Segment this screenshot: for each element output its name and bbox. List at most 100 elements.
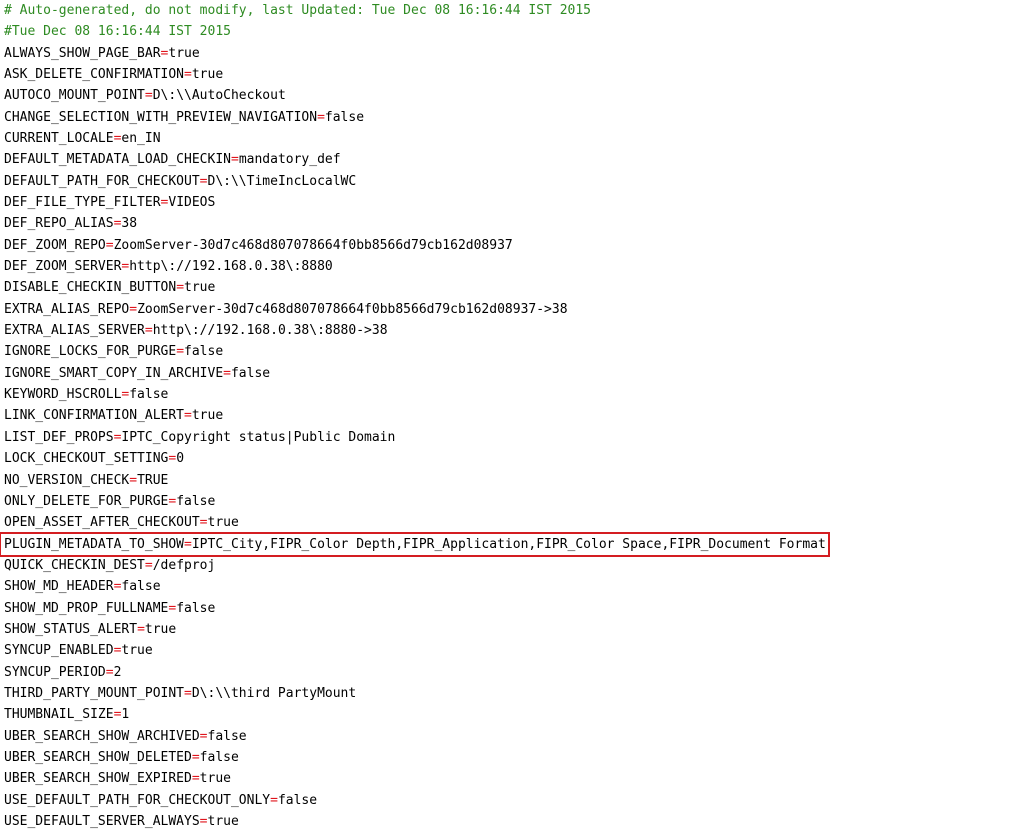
property-key: UBER_SEARCH_SHOW_ARCHIVED — [4, 729, 200, 744]
property-line[interactable]: DEF_ZOOM_REPO=ZoomServer-30d7c468d807078… — [4, 235, 513, 256]
property-line[interactable]: LOCK_CHECKOUT_SETTING=0 — [4, 448, 184, 469]
property-key: CHANGE_SELECTION_WITH_PREVIEW_NAVIGATION — [4, 110, 318, 125]
property-value: false — [277, 793, 318, 808]
property-value: false — [230, 366, 271, 381]
property-value: false — [129, 387, 169, 402]
equals-sign: = — [317, 110, 325, 125]
equals-sign: = — [191, 750, 200, 765]
property-line[interactable]: SYNCUP_PERIOD=2 — [4, 662, 121, 683]
property-key: UBER_SEARCH_SHOW_EXPIRED — [4, 771, 192, 786]
property-key: SHOW_MD_HEADER — [4, 579, 114, 594]
equals-sign: = — [144, 88, 153, 103]
equals-sign: = — [129, 302, 138, 317]
property-value: true — [191, 408, 224, 423]
property-key: SYNCUP_ENABLED — [4, 643, 114, 658]
property-line[interactable]: SHOW_STATUS_ALERT=true — [4, 619, 176, 640]
equals-sign: = — [144, 323, 153, 338]
property-value: true — [184, 280, 216, 295]
property-key: DEFAULT_PATH_FOR_CHECKOUT — [4, 174, 200, 189]
equals-sign: = — [105, 665, 114, 680]
property-key: IGNORE_LOCKS_FOR_PURGE — [4, 344, 177, 359]
property-value: http\://192.168.0.38\:8880 — [129, 259, 333, 274]
property-value: ZoomServer-30d7c468d807078664f0bb8566d79… — [137, 302, 568, 317]
property-line[interactable]: LINK_CONFIRMATION_ALERT=true — [4, 405, 223, 426]
property-line[interactable]: SHOW_MD_HEADER=false — [4, 576, 161, 597]
property-value: 38 — [121, 216, 138, 231]
property-line[interactable]: SHOW_MD_PROP_FULLNAME=false — [4, 598, 215, 619]
property-line[interactable]: DISABLE_CHECKIN_BUTTON=true — [4, 277, 215, 298]
property-line[interactable]: CURRENT_LOCALE=en_IN — [4, 128, 161, 149]
property-value: false — [176, 494, 216, 509]
equals-sign: = — [184, 537, 192, 552]
property-line[interactable]: DEF_FILE_TYPE_FILTER=VIDEOS — [4, 192, 215, 213]
property-line[interactable]: KEYWORD_HSCROLL=false — [4, 384, 168, 405]
property-key: OPEN_ASSET_AFTER_CHECKOUT — [4, 515, 200, 530]
equals-sign: = — [184, 408, 192, 423]
property-line[interactable]: USE_DEFAULT_PATH_FOR_CHECKOUT_ONLY=false — [4, 790, 317, 811]
property-key: EXTRA_ALIAS_REPO — [4, 302, 130, 317]
property-value: D\:\\AutoCheckout — [152, 88, 286, 103]
property-value: 0 — [176, 451, 185, 466]
property-line[interactable]: CHANGE_SELECTION_WITH_PREVIEW_NAVIGATION… — [4, 107, 364, 128]
property-line[interactable]: THUMBNAIL_SIZE=1 — [4, 704, 129, 725]
property-value: true — [168, 46, 200, 61]
property-value: true — [199, 771, 231, 786]
property-line[interactable]: LIST_DEF_PROPS=IPTC_Copyright status|Pub… — [4, 427, 395, 448]
property-value: false — [121, 579, 161, 594]
property-key: ONLY_DELETE_FOR_PURGE — [4, 494, 169, 509]
property-line[interactable]: OPEN_ASSET_AFTER_CHECKOUT=true — [4, 512, 239, 533]
property-line[interactable]: QUICK_CHECKIN_DEST=/defproj — [4, 555, 215, 576]
equals-sign: = — [176, 344, 185, 359]
property-key: CURRENT_LOCALE — [4, 131, 114, 146]
property-key: EXTRA_ALIAS_SERVER — [4, 323, 145, 338]
property-line[interactable]: UBER_SEARCH_SHOW_DELETED=false — [4, 747, 239, 768]
property-line[interactable]: USE_DEFAULT_SERVER_ALWAYS=true — [4, 811, 239, 832]
property-value: true — [144, 622, 177, 637]
equals-sign: = — [199, 729, 208, 744]
property-key: PLUGIN_METADATA_TO_SHOW — [4, 537, 185, 552]
property-value: en_IN — [121, 131, 161, 146]
property-line[interactable]: EXTRA_ALIAS_SERVER=http\://192.168.0.38\… — [4, 320, 388, 341]
property-line[interactable]: SYNCUP_ENABLED=true — [4, 640, 153, 661]
property-line[interactable]: NO_VERSION_CHECK=TRUE — [4, 470, 168, 491]
property-value: ZoomServer-30d7c468d807078664f0bb8566d79… — [113, 238, 513, 253]
property-key: IGNORE_SMART_COPY_IN_ARCHIVE — [4, 366, 224, 381]
property-line[interactable]: UBER_SEARCH_SHOW_EXPIRED=true — [4, 768, 231, 789]
property-line[interactable]: UBER_SEARCH_SHOW_ARCHIVED=false — [4, 726, 247, 747]
property-line[interactable]: IGNORE_LOCKS_FOR_PURGE=false — [4, 341, 223, 362]
property-line[interactable]: ALWAYS_SHOW_PAGE_BAR=true — [4, 43, 200, 64]
property-value: VIDEOS — [168, 195, 216, 210]
property-value: false — [184, 344, 224, 359]
property-line[interactable]: ONLY_DELETE_FOR_PURGE=false — [4, 491, 215, 512]
property-line[interactable]: DEFAULT_METADATA_LOAD_CHECKIN=mandatory_… — [4, 149, 341, 170]
property-line[interactable]: DEF_ZOOM_SERVER=http\://192.168.0.38\:88… — [4, 256, 333, 277]
property-line[interactable]: DEFAULT_PATH_FOR_CHECKOUT=D\:\\TimeIncLo… — [4, 171, 356, 192]
property-line[interactable]: THIRD_PARTY_MOUNT_POINT=D\:\\third Party… — [4, 683, 356, 704]
property-value: 1 — [121, 707, 130, 722]
property-key: USE_DEFAULT_SERVER_ALWAYS — [4, 814, 200, 829]
property-key: THIRD_PARTY_MOUNT_POINT — [4, 686, 185, 701]
property-line[interactable]: EXTRA_ALIAS_REPO=ZoomServer-30d7c468d807… — [4, 299, 568, 320]
property-line-highlighted[interactable]: PLUGIN_METADATA_TO_SHOW=IPTC_City,FIPR_C… — [0, 532, 830, 557]
property-key: AUTOCO_MOUNT_POINT — [4, 88, 145, 103]
property-line[interactable]: IGNORE_SMART_COPY_IN_ARCHIVE=false — [4, 363, 270, 384]
property-key: DEF_ZOOM_SERVER — [4, 259, 122, 274]
property-value: false — [324, 110, 365, 125]
property-value: D\:\\third PartyMount — [191, 686, 357, 701]
property-line[interactable]: DEF_REPO_ALIAS=38 — [4, 213, 137, 234]
property-key: UBER_SEARCH_SHOW_DELETED — [4, 750, 192, 765]
timestamp-comment-line: #Tue Dec 08 16:16:44 IST 2015 — [4, 24, 231, 39]
properties-file-editor[interactable]: # Auto-generated, do not modify, last Up… — [0, 0, 1024, 830]
equals-sign: = — [176, 280, 185, 295]
header-comment-line: # Auto-generated, do not modify, last Up… — [4, 3, 591, 18]
property-value: IPTC_City,FIPR_Color Depth,FIPR_Applicat… — [191, 537, 826, 552]
property-key: ASK_DELETE_CONFIRMATION — [4, 67, 185, 82]
property-key: DEF_FILE_TYPE_FILTER — [4, 195, 161, 210]
property-key: SHOW_MD_PROP_FULLNAME — [4, 601, 169, 616]
property-line[interactable]: ASK_DELETE_CONFIRMATION=true — [4, 64, 223, 85]
equals-sign: = — [270, 793, 278, 808]
property-line[interactable]: AUTOCO_MOUNT_POINT=D\:\\AutoCheckout — [4, 85, 286, 106]
property-value: IPTC_Copyright status|Public Domain — [121, 430, 396, 445]
property-value: true — [121, 643, 153, 658]
property-value: http\://192.168.0.38\:8880->38 — [152, 323, 388, 338]
